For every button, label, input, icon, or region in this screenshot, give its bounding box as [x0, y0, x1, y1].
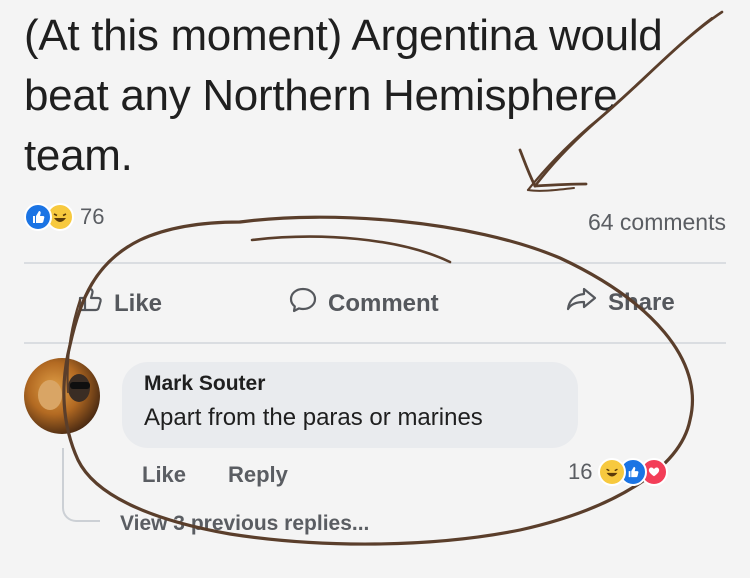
post-text: (At this moment) Argentina would beat an…	[24, 11, 663, 180]
view-previous-replies-link[interactable]: View 3 previous replies...	[120, 512, 369, 536]
haha-reaction-icon	[598, 458, 627, 486]
comment-like-button[interactable]: Like	[142, 462, 186, 488]
share-button[interactable]: Share	[566, 286, 675, 319]
share-icon	[566, 286, 598, 319]
post-reaction-count: 76	[80, 204, 105, 229]
comment-reply-button[interactable]: Reply	[228, 462, 288, 488]
avatar-sunglasses	[70, 382, 90, 389]
comment-label: Comment	[328, 289, 439, 317]
avatar[interactable]	[24, 358, 100, 434]
comment-button[interactable]: Comment	[288, 286, 439, 321]
divider-bottom	[24, 342, 726, 344]
reply-thread-line	[62, 448, 100, 522]
like-button[interactable]: Like	[76, 286, 162, 321]
comment-text: Apart from the paras or marines	[144, 404, 483, 431]
comment-reaction-count: 16	[568, 459, 593, 484]
share-label: Share	[608, 288, 675, 316]
comment-icon	[288, 286, 318, 321]
comment-reactions[interactable]: 16	[568, 458, 669, 486]
divider-top	[24, 262, 726, 264]
like-label: Like	[114, 289, 163, 317]
like-reaction-icon	[24, 203, 52, 231]
avatar-person-left	[38, 380, 62, 410]
comment-author[interactable]: Mark Souter	[144, 372, 265, 396]
thumbs-up-icon	[76, 286, 104, 321]
comment-bubble: Mark Souter Apart from the paras or mari…	[122, 362, 578, 448]
comments-count-link[interactable]: 64 comments	[588, 209, 726, 236]
post-reactions[interactable]: 76	[24, 203, 104, 231]
